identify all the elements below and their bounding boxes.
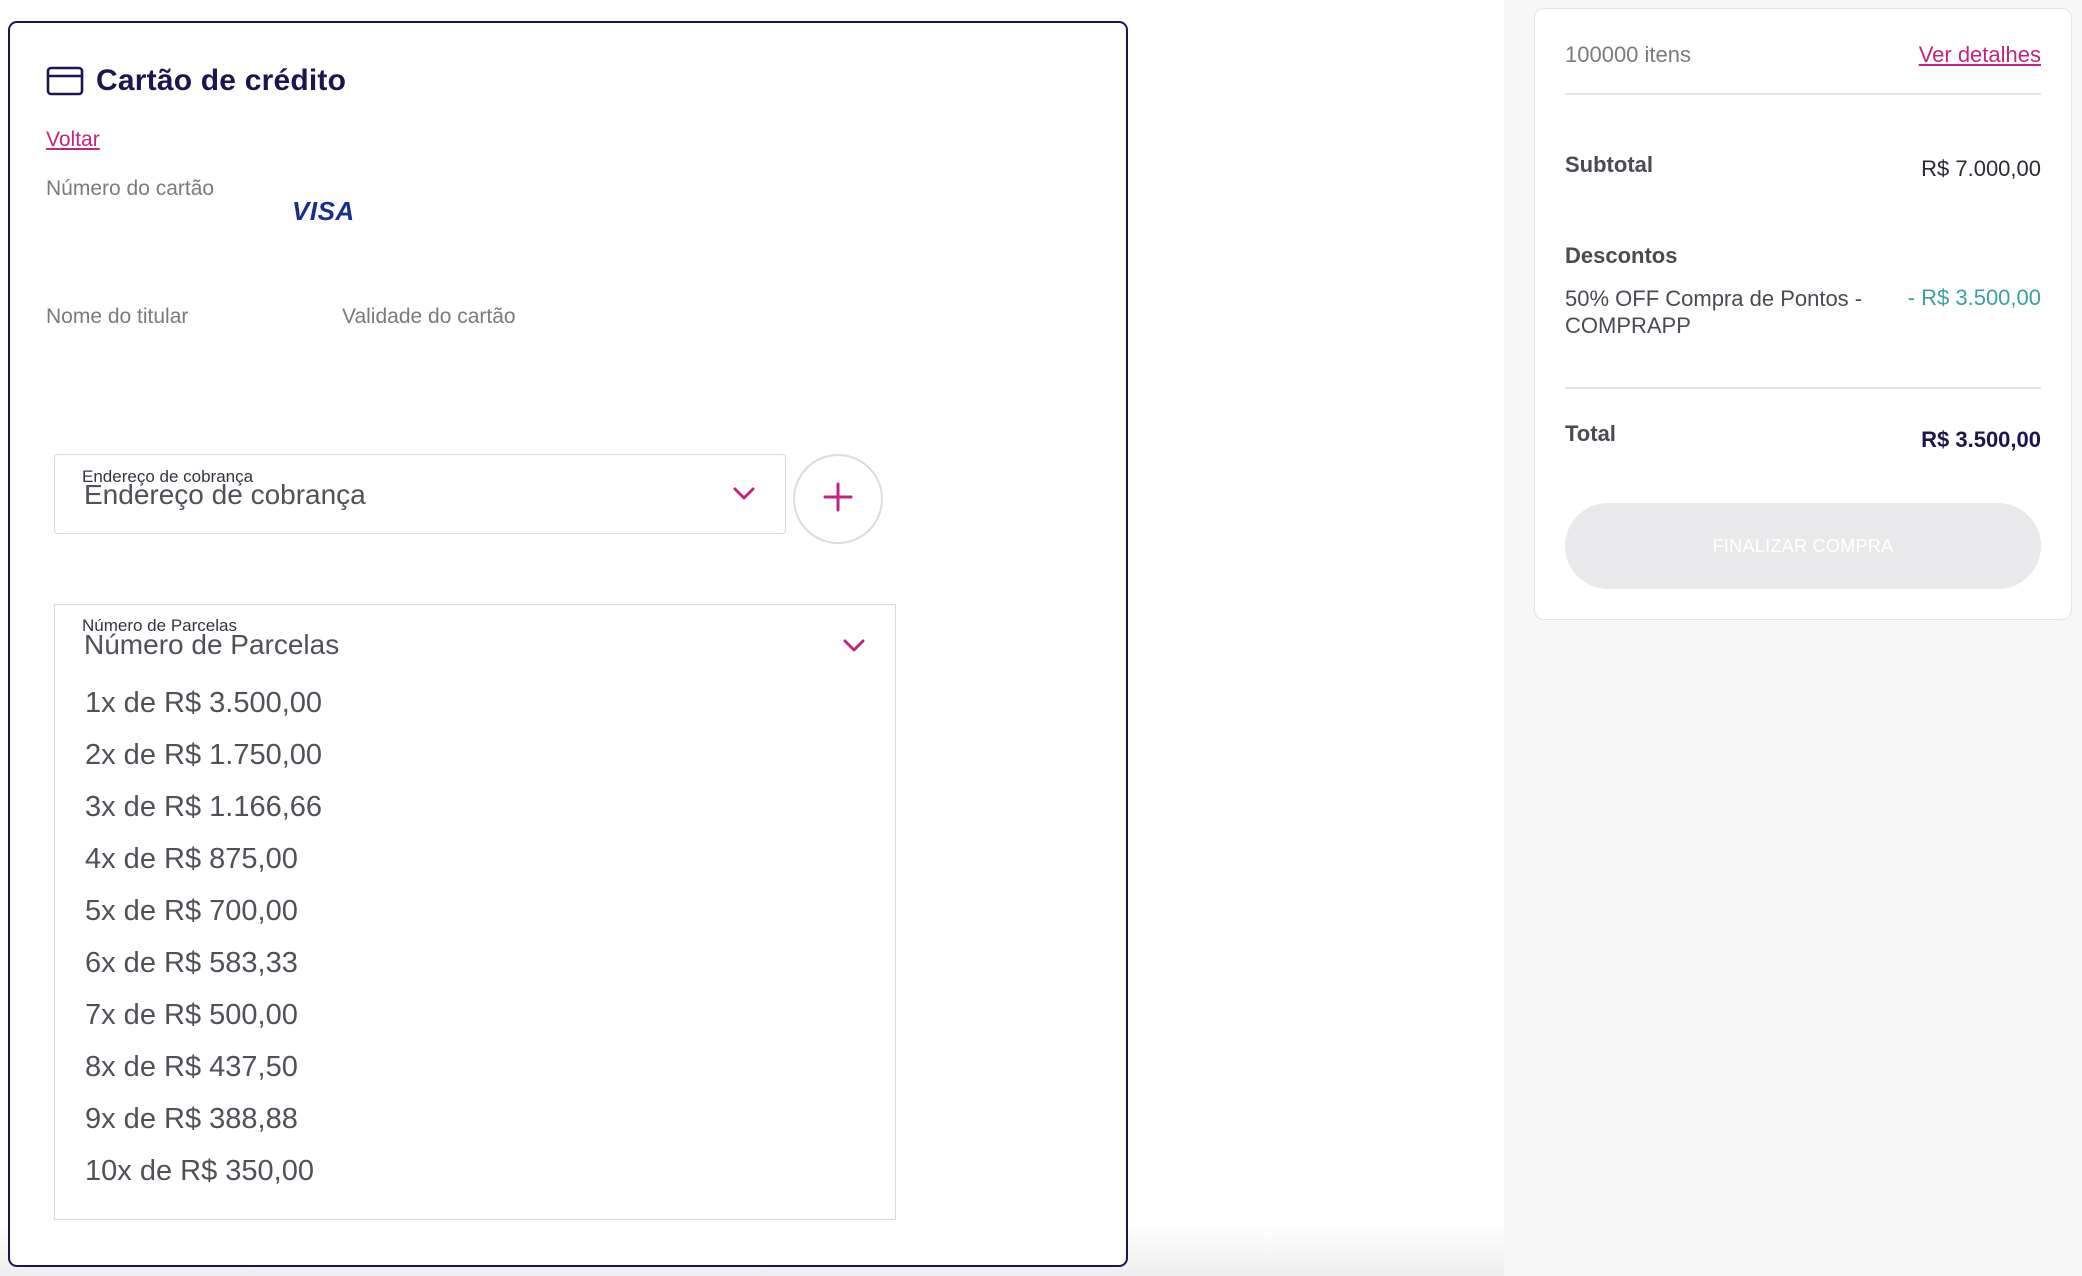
credit-card-icon — [46, 66, 84, 96]
visa-logo: VISA — [292, 196, 355, 226]
installment-option[interactable]: 6x de R$ 583,33 — [55, 937, 895, 989]
subtotal-value: R$ 7.000,00 — [1921, 156, 2041, 181]
expiry-label: Validade do cartão — [342, 305, 516, 328]
total-label: Total — [1565, 421, 1616, 446]
installments-value: Número de Parcelas — [84, 629, 340, 660]
back-link[interactable]: Voltar — [46, 128, 100, 152]
billing-address-select[interactable]: Endereço de cobrança Endereço de cobranç… — [54, 454, 786, 534]
divider — [1565, 93, 2041, 95]
installment-option[interactable]: 5x de R$ 700,00 — [55, 885, 895, 937]
installments-select[interactable]: Número de Parcelas Número de Parcelas 1x… — [54, 604, 896, 1220]
plus-icon — [823, 482, 853, 517]
subtotal-label: Subtotal — [1565, 152, 1653, 177]
discount-value: - R$ 3.500,00 — [1907, 285, 2041, 310]
order-summary: 100000 itens Ver detalhes Subtotal R$ 7.… — [1534, 8, 2072, 620]
holder-name-label: Nome do titular — [46, 305, 189, 328]
panel-title: Cartão de crédito — [46, 59, 346, 103]
divider — [1565, 387, 2041, 389]
billing-address-value: Endereço de cobrança — [84, 479, 366, 510]
installment-option[interactable]: 3x de R$ 1.166,66 — [55, 781, 895, 833]
panel-title-text: Cartão de crédito — [96, 64, 347, 97]
installment-option[interactable]: 10x de R$ 350,00 — [55, 1145, 895, 1197]
installment-option[interactable]: 8x de R$ 437,50 — [55, 1041, 895, 1093]
installment-option[interactable]: 1x de R$ 3.500,00 — [55, 677, 895, 729]
total-value: R$ 3.500,00 — [1921, 427, 2041, 452]
add-address-button[interactable] — [793, 454, 883, 544]
installment-option[interactable]: 2x de R$ 1.750,00 — [55, 729, 895, 781]
installment-option[interactable]: 4x de R$ 875,00 — [55, 833, 895, 885]
discount-name: 50% OFF Compra de Pontos - COMPRAPP — [1565, 286, 1863, 338]
installment-option[interactable]: 9x de R$ 388,88 — [55, 1093, 895, 1145]
credit-card-panel: Cartão de crédito Voltar Número do cartã… — [8, 21, 1128, 1267]
chevron-down-icon — [843, 639, 865, 658]
installments-options: 1x de R$ 3.500,00 2x de R$ 1.750,00 3x d… — [55, 677, 895, 1197]
items-count: 100000 itens — [1565, 42, 1691, 67]
chevron-down-icon — [733, 487, 755, 506]
card-number-label: Número do cartão — [46, 177, 215, 200]
finish-purchase-button[interactable]: FINALIZAR COMPRA — [1565, 503, 2041, 589]
installment-option[interactable]: 7x de R$ 500,00 — [55, 989, 895, 1041]
discounts-label: Descontos — [1565, 243, 1678, 268]
details-link[interactable]: Ver detalhes — [1919, 42, 2041, 68]
